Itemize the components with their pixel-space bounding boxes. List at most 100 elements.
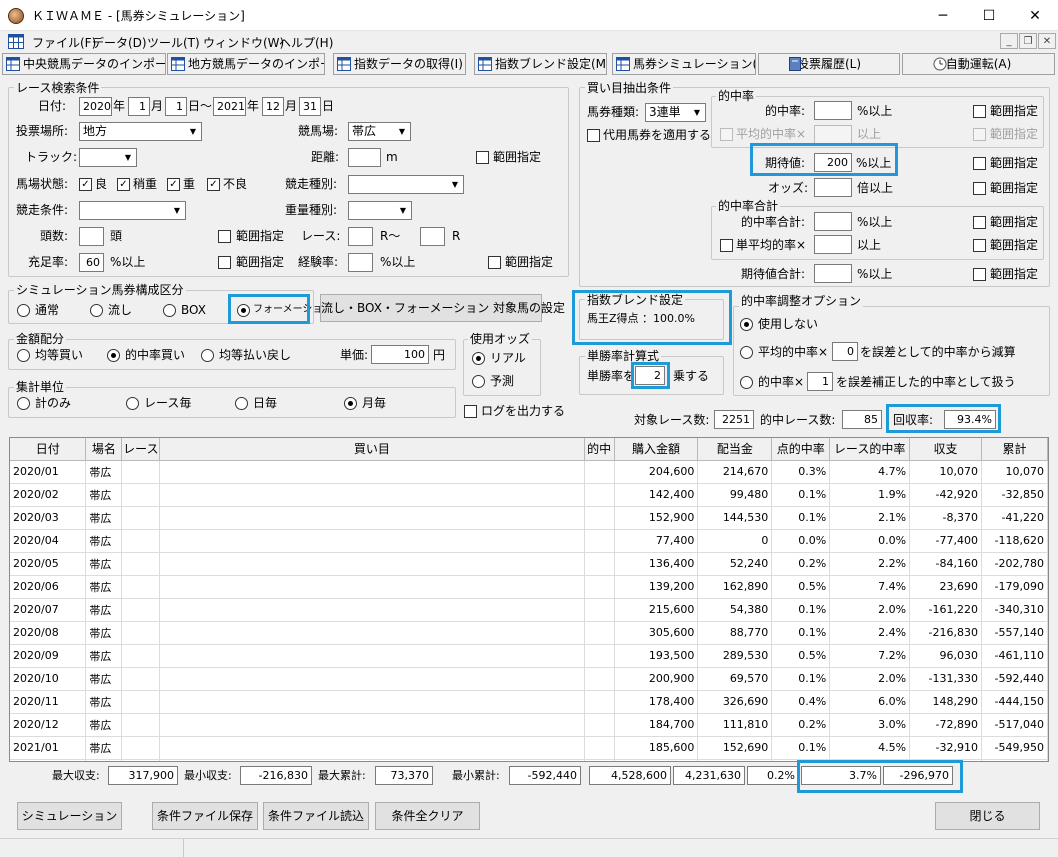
comp-formation-radio[interactable] (237, 304, 250, 317)
simulate-button[interactable]: シミュレーション (17, 802, 122, 830)
exp-range-checkbox[interactable] (488, 256, 501, 269)
menu-data[interactable]: データ(D) (92, 34, 147, 51)
exp-rate-input[interactable] (348, 253, 373, 272)
alloc-payout-radio[interactable] (201, 349, 214, 362)
unit-price-input[interactable]: 100 (371, 345, 429, 364)
col-hit[interactable]: 的中 (584, 438, 615, 461)
table-row[interactable]: 2020/12 帯広 184,700 111,810 0.2% 3.0% -72,890 -5… (10, 713, 1048, 737)
cond-heavy-checkbox[interactable]: ✓ (167, 178, 180, 191)
expected-value-input[interactable]: 200 (814, 153, 852, 172)
place-select[interactable]: 地方 ▼ (79, 122, 202, 141)
table-row[interactable]: 2020/04 帯広 77,400 0 0.0% 0.0% -77,400 -118,620 (10, 529, 1048, 553)
index-blend-button[interactable]: 指数ブレンド設定(M) (474, 53, 607, 75)
avg-hit-input[interactable] (814, 125, 852, 144)
comp-box-radio[interactable] (163, 304, 176, 317)
cond-good-checkbox[interactable]: ✓ (79, 178, 92, 191)
menu-window[interactable]: ウィンドウ(W) (203, 34, 284, 51)
heads-range-checkbox[interactable] (218, 230, 231, 243)
load-conditions-button[interactable]: 条件ファイル読込 (263, 802, 369, 830)
menu-file[interactable]: ファイル(F) (32, 34, 96, 51)
race-to-input[interactable] (420, 227, 445, 246)
col-cumulative[interactable]: 累計 (981, 438, 1048, 461)
table-row[interactable]: 2020/09 帯広 193,500 289,530 0.5% 7.2% 96,030 -46… (10, 644, 1048, 668)
comp-normal-radio[interactable] (17, 304, 30, 317)
table-row[interactable]: 2020/01 帯広 204,600 214,670 0.3% 4.7% 10,070 10,… (10, 460, 1048, 484)
col-race-rate[interactable]: レース的中率 (829, 438, 911, 461)
mdi-minimize-icon[interactable]: _ (1000, 33, 1018, 49)
vote-history-button[interactable]: 投票履歴(L) (758, 53, 900, 75)
import-local-button[interactable]: 地方競馬データのインポート(N) (167, 53, 325, 75)
table-row[interactable]: 2020/07 帯広 215,600 54,380 0.1% 2.0% -161,220 -3… (10, 598, 1048, 622)
table-row[interactable]: 2020/05 帯広 136,400 52,240 0.2% 2.2% -84,160 -20… (10, 552, 1048, 576)
alloc-equal-radio[interactable] (17, 349, 30, 362)
avg-range-checkbox[interactable] (973, 128, 986, 141)
agg-race-radio[interactable] (126, 397, 139, 410)
exp-sum-input[interactable] (814, 264, 852, 283)
table-row[interactable]: 2020/02 帯広 142,400 99,480 0.1% 1.9% -42,920 -32… (10, 483, 1048, 507)
minimize-button[interactable]: ─ (920, 0, 966, 31)
table-row[interactable]: 2020/06 帯広 139,200 162,890 0.5% 7.4% 23,690 -17… (10, 575, 1048, 599)
simulation-tab-button[interactable]: 馬券シミュレーション(B) (612, 53, 756, 75)
win-calc-input[interactable]: 2 (635, 366, 665, 385)
odds-predict-radio[interactable] (472, 375, 485, 388)
distance-input[interactable] (348, 148, 381, 167)
results-table-container[interactable]: 日付 場名 レース 買い目 的中 購入金額 配当金 点的中率 レース的中率 収支… (9, 437, 1049, 762)
hit-range-checkbox[interactable] (973, 105, 986, 118)
adjust-none-radio[interactable] (740, 318, 753, 331)
agg-day-radio[interactable] (235, 397, 248, 410)
hit-rate-input[interactable] (814, 101, 852, 120)
track-select[interactable]: ▼ (79, 148, 137, 167)
comp-nagashi-radio[interactable] (90, 304, 103, 317)
alloc-hitrate-radio[interactable] (107, 349, 120, 362)
odds-real-radio[interactable] (472, 352, 485, 365)
col-point-rate[interactable]: 点的中率 (771, 438, 831, 461)
odds-min-input[interactable] (814, 178, 852, 197)
table-row[interactable]: 2020/10 帯広 200,900 69,570 0.1% 2.0% -131,330 -5… (10, 667, 1048, 691)
single-avg-checkbox[interactable] (720, 239, 733, 252)
fill-range-checkbox[interactable] (218, 256, 231, 269)
agg-month-radio[interactable] (344, 397, 357, 410)
col-bets[interactable]: 買い目 (159, 438, 585, 461)
table-row[interactable]: 2020/11 帯広 178,400 326,690 0.4% 6.0% 148,290 -4… (10, 690, 1048, 714)
hit-sum-input[interactable] (814, 212, 852, 231)
odds-range-checkbox[interactable] (973, 182, 986, 195)
avg-hit-checkbox[interactable] (720, 128, 733, 141)
auto-run-button[interactable]: 自動運転(A) (902, 53, 1055, 75)
mdi-restore-icon[interactable]: ❐ (1019, 33, 1037, 49)
exp-value-range-checkbox[interactable] (973, 157, 986, 170)
to-year-input[interactable]: 2021 (213, 97, 246, 116)
adjust-correct-input[interactable]: 1 (807, 372, 833, 391)
to-month-input[interactable]: 12 (262, 97, 284, 116)
col-race[interactable]: レース (121, 438, 161, 461)
fetch-index-button[interactable]: 指数データの取得(I) (333, 53, 466, 75)
adjust-avg-input[interactable]: 0 (832, 342, 858, 361)
table-row[interactable]: 2020/08 帯広 305,600 88,770 0.1% 2.4% -216,830 -5… (10, 621, 1048, 645)
fill-input[interactable]: 60 (79, 253, 104, 272)
race-cond-select[interactable]: ▼ (79, 201, 186, 220)
mdi-close-icon[interactable]: ✕ (1038, 33, 1056, 49)
hit-sum-range-checkbox[interactable] (973, 216, 986, 229)
adjust-correct-radio[interactable] (740, 376, 753, 389)
close-window-button[interactable]: ✕ (1012, 0, 1058, 31)
adjust-avg-radio[interactable] (740, 346, 753, 359)
col-venue[interactable]: 場名 (85, 438, 123, 461)
col-date[interactable]: 日付 (10, 438, 87, 461)
close-dialog-button[interactable]: 閉じる (935, 802, 1040, 830)
to-day-input[interactable]: 31 (299, 97, 321, 116)
agg-total-radio[interactable] (17, 397, 30, 410)
cond-slight-checkbox[interactable]: ✓ (117, 178, 130, 191)
save-conditions-button[interactable]: 条件ファイル保存 (152, 802, 258, 830)
weight-type-select[interactable]: ▼ (348, 201, 412, 220)
bet-type-select[interactable]: 3連単 ▼ (645, 103, 706, 122)
single-avg-range-checkbox[interactable] (973, 239, 986, 252)
cond-bad-checkbox[interactable]: ✓ (207, 178, 220, 191)
col-purchase[interactable]: 購入金額 (614, 438, 699, 461)
table-row[interactable]: 2020/03 帯広 152,900 144,530 0.1% 2.1% -8,370 -41… (10, 506, 1048, 530)
log-output-checkbox[interactable] (464, 405, 477, 418)
target-horse-setting-button[interactable]: 流し・BOX・フォーメーション 対象馬の設定 (320, 294, 565, 322)
menu-help[interactable]: ヘルプ(H) (279, 34, 333, 51)
col-payout[interactable]: 配当金 (697, 438, 773, 461)
single-avg-input[interactable] (814, 235, 852, 254)
from-month-input[interactable]: 1 (128, 97, 150, 116)
race-from-input[interactable] (348, 227, 373, 246)
